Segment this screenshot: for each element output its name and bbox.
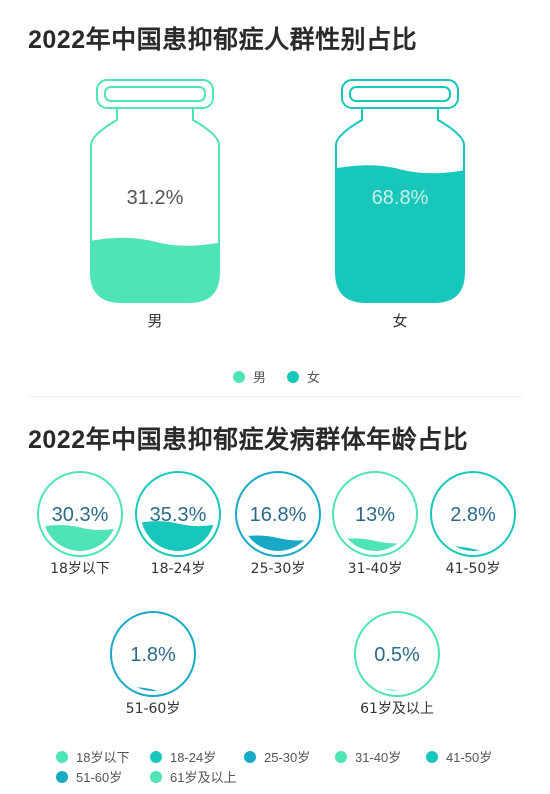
age-legend-item-4: 41-50岁	[426, 747, 492, 766]
age-legend-item-5: 51-60岁	[56, 767, 122, 786]
age-legend-item-6: 61岁及以上	[150, 767, 236, 786]
legend-label: 25-30岁	[264, 750, 311, 765]
legend-label: 31-40岁	[355, 750, 402, 765]
age-bubble-chart: 30.3% 18岁以下 35.3% 18-24岁 16.8% 25-30岁 13% 31-40…	[37, 471, 516, 717]
legend-dot	[335, 750, 347, 763]
legend-dot	[244, 750, 256, 763]
jar-value-label-0: 31.2%	[127, 187, 184, 209]
bubble-category-label-2: 25-30岁	[251, 561, 306, 577]
section-divider	[28, 396, 522, 397]
legend-dot	[150, 770, 162, 783]
age-legend-item-1: 18-24岁	[150, 747, 216, 766]
gender-legend-item-1: 女	[287, 367, 320, 386]
age-bubble-2: 16.8% 25-30岁	[235, 471, 321, 577]
bubble-value-label-4: 2.8%	[450, 504, 496, 526]
bubble-value-label-2: 16.8%	[250, 504, 307, 526]
bubble-category-label-6: 61岁及以上	[360, 701, 434, 717]
jar-0: 31.2% 男	[90, 79, 220, 330]
jar-lid-0	[96, 79, 214, 109]
bubble-value-label-5: 1.8%	[130, 644, 176, 666]
age-legend-item-2: 25-30岁	[244, 747, 310, 766]
age-bubble-3: 13% 31-40岁	[332, 471, 418, 577]
legend-label: 18岁以下	[76, 750, 130, 765]
age-legend-item-0: 18岁以下	[56, 747, 129, 766]
jar-lid-1	[341, 79, 459, 109]
bubble-value-label-6: 0.5%	[374, 644, 420, 666]
bubble-fill-2	[241, 535, 315, 551]
jar-fill-0	[91, 237, 219, 302]
legend-label: 61岁及以上	[170, 770, 237, 785]
bubble-fill-3	[338, 538, 412, 551]
jar-value-label-1: 68.8%	[372, 187, 429, 209]
age-legend-item-3: 31-40岁	[335, 747, 401, 766]
legend-label: 41-50岁	[446, 750, 493, 765]
age-chart-title: 2022年中国患抑郁症发病群体年龄占比	[28, 426, 469, 454]
bubble-category-label-5: 51-60岁	[126, 701, 181, 717]
legend-label: 女	[307, 370, 321, 385]
gender-jar-chart: 31.2% 男 68.8% 女	[90, 79, 465, 330]
legend-label: 51-60岁	[76, 770, 123, 785]
bubble-fill-4	[436, 546, 510, 551]
bubble-category-label-4: 41-50岁	[446, 561, 501, 577]
bubble-fill-1	[141, 521, 215, 551]
age-bubble-5: 1.8% 51-60岁	[110, 611, 196, 717]
legend-dot	[287, 370, 299, 383]
bubble-fill-6	[360, 688, 434, 691]
bubble-value-label-0: 30.3%	[52, 504, 109, 526]
legend-label: 18-24岁	[170, 750, 217, 765]
legend-label: 男	[253, 370, 267, 385]
bubble-value-label-3: 13%	[355, 504, 395, 526]
legend-dot	[56, 750, 68, 763]
bubble-category-label-0: 18岁以下	[50, 561, 110, 577]
jar-1: 68.8% 女	[335, 79, 465, 330]
gender-legend-item-0: 男	[233, 367, 266, 386]
age-bubble-4: 2.8% 41-50岁	[430, 471, 516, 577]
gender-chart-title: 2022年中国患抑郁症人群性别占比	[28, 26, 418, 54]
bubble-category-label-1: 18-24岁	[151, 561, 206, 577]
legend-dot	[233, 370, 245, 383]
bubble-fill-0	[43, 524, 117, 551]
jar-category-label-1: 女	[392, 312, 407, 330]
bubble-fill-5	[116, 687, 190, 691]
legend-dot	[150, 750, 162, 763]
jar-category-label-0: 男	[147, 312, 162, 330]
bubble-value-label-1: 35.3%	[150, 504, 207, 526]
legend-dot	[56, 770, 68, 783]
age-bubble-6: 0.5% 61岁及以上	[354, 611, 440, 717]
age-bubble-1: 35.3% 18-24岁	[135, 471, 221, 577]
age-bubble-0: 30.3% 18岁以下	[37, 471, 123, 577]
legend-dot	[426, 750, 438, 763]
bubble-category-label-3: 31-40岁	[348, 561, 403, 577]
